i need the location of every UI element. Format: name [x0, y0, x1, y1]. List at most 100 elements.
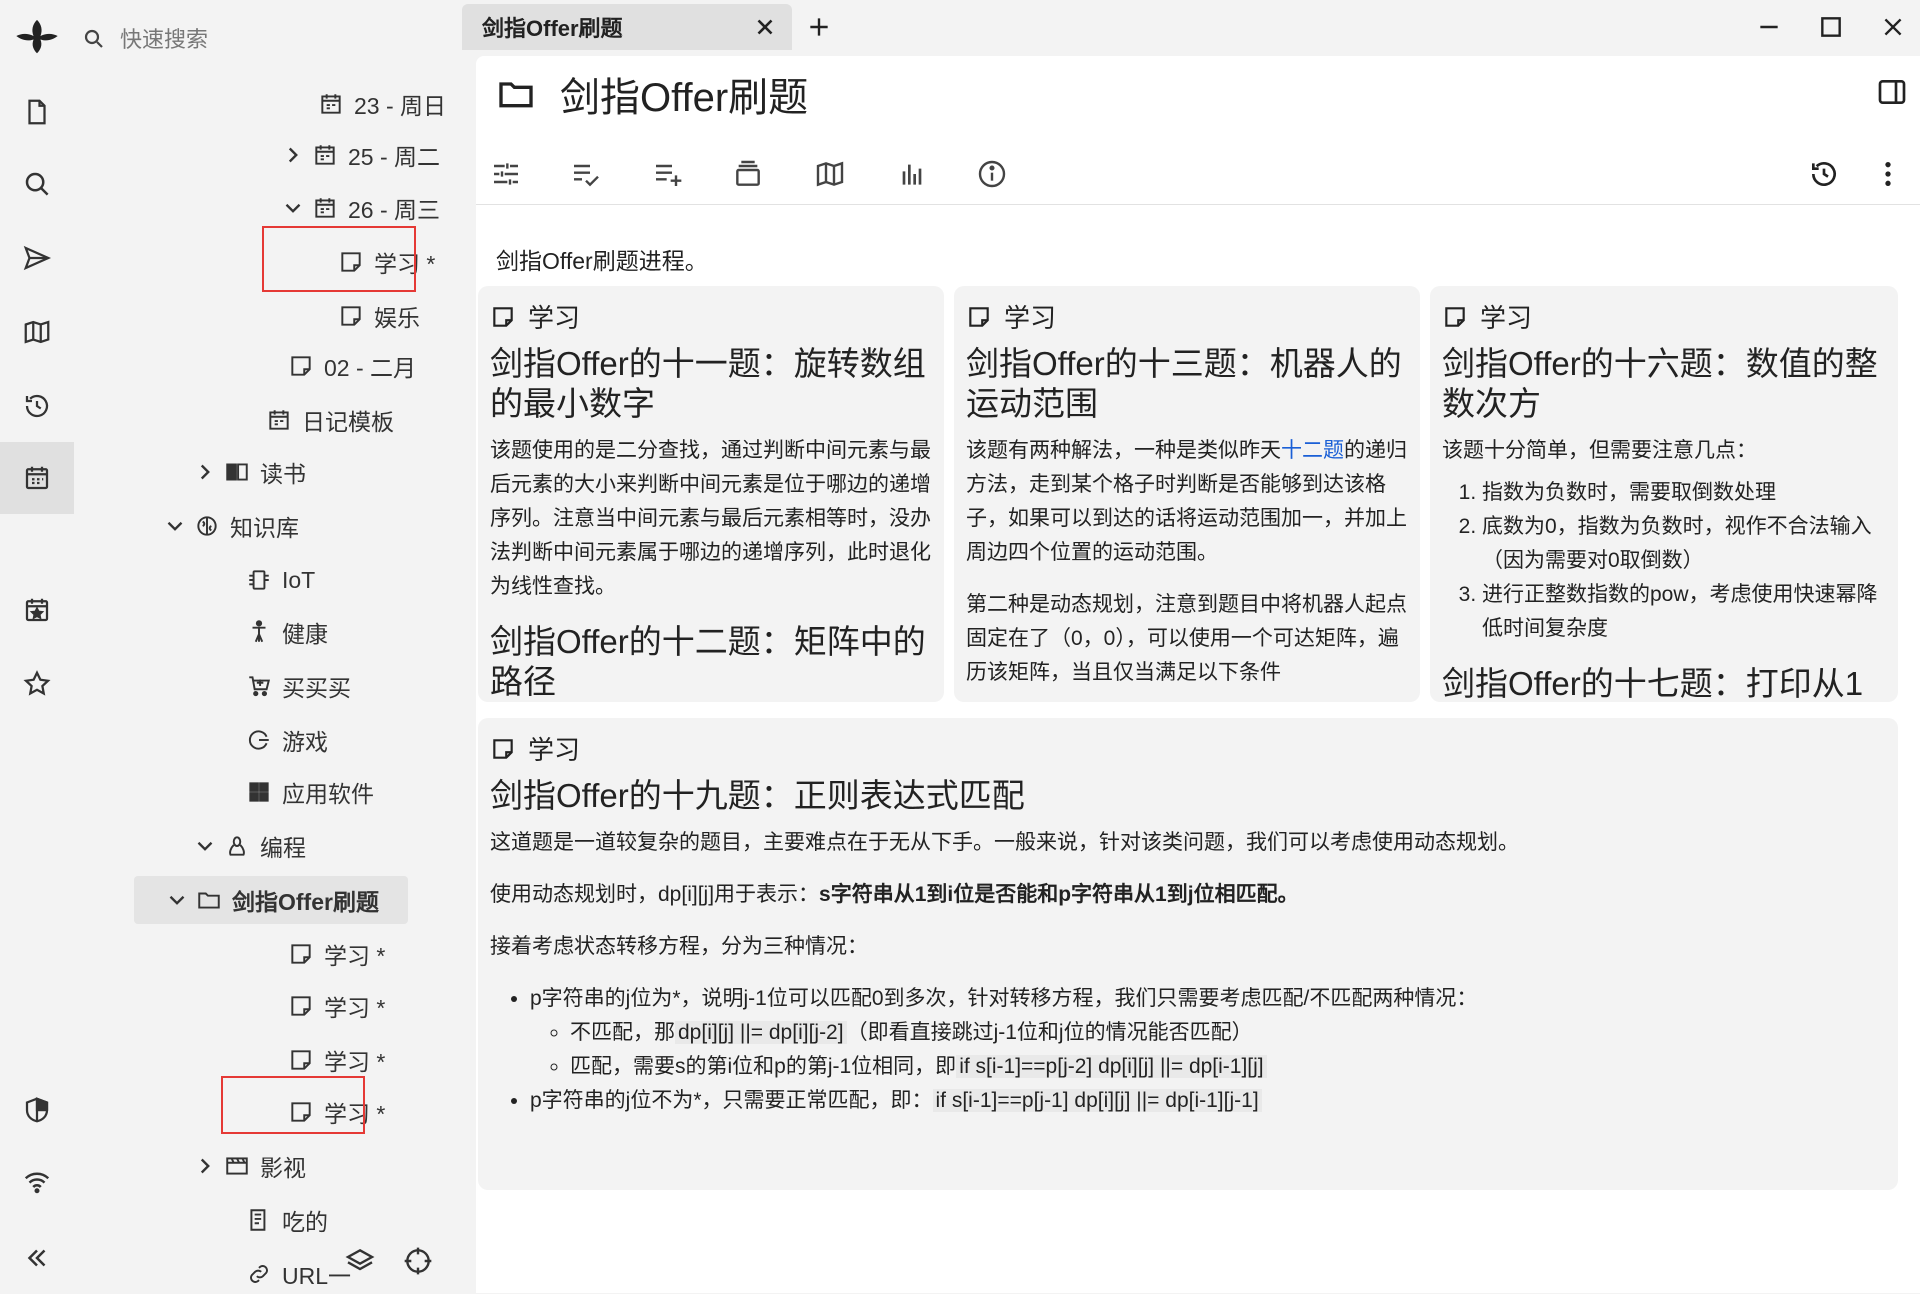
- card-label: 学习: [1480, 303, 1533, 333]
- quick-search-input[interactable]: [118, 24, 382, 56]
- tree-item[interactable]: 游戏: [214, 716, 328, 764]
- note-info-icon[interactable]: [976, 158, 1008, 190]
- note-icon: [288, 1047, 314, 1073]
- window-close-icon[interactable]: [1880, 14, 1906, 40]
- tree-item[interactable]: 02 - 二月: [256, 342, 416, 390]
- folder-icon: [496, 74, 536, 114]
- tree-item-label: URL一: [282, 1263, 352, 1289]
- tree-item[interactable]: 读书: [192, 448, 306, 496]
- tree-item[interactable]: URL一: [214, 1250, 351, 1293]
- tree-item[interactable]: 25 - 周二: [280, 131, 440, 179]
- tree-item[interactable]: 应用软件: [214, 768, 374, 816]
- new-tab-plus-icon[interactable]: [806, 14, 832, 40]
- send-icon[interactable]: [0, 222, 74, 294]
- note-map-icon[interactable]: [814, 158, 846, 190]
- child-note-card[interactable]: 学习 剑指Offer的十九题：正则表达式匹配 这道题是一道较复杂的题目，主要难点…: [478, 718, 1898, 1190]
- game-icon: [246, 727, 272, 753]
- card-paragraph: 使用动态规划时，dp[i][j]用于表示：s字符串从1到i位是否能和p字符串从1…: [490, 878, 1886, 912]
- maximize-icon[interactable]: [1818, 14, 1844, 40]
- sync-status-icon[interactable]: [0, 1146, 74, 1218]
- note-revisions-icon[interactable]: [1808, 158, 1840, 190]
- list-item: p字符串的j位为*，说明j-1位可以匹配0到多次，针对转移方程，我们只需要考虑匹…: [530, 982, 1886, 1084]
- book-icon: [224, 459, 250, 485]
- map-icon[interactable]: [0, 296, 74, 368]
- right-panel-toggle-icon[interactable]: [1876, 76, 1908, 108]
- locate-icon[interactable]: [402, 1245, 434, 1277]
- similar-notes-chart-icon[interactable]: [896, 158, 928, 190]
- card-paragraph: 第二种是动态规划，注意到题目中将机器人起点固定在了（0，0），可以使用一个可达矩…: [966, 593, 1407, 684]
- card-heading: 剑指Offer的十三题：机器人的运动范围: [966, 345, 1402, 422]
- search-icon[interactable]: [0, 148, 74, 220]
- note-title[interactable]: 剑指Offer刷题: [560, 65, 808, 123]
- internal-link[interactable]: 十二题: [1281, 439, 1344, 462]
- more-options-icon[interactable]: [1872, 158, 1904, 190]
- apps-icon: [246, 779, 272, 805]
- child-note-card[interactable]: 学习 剑指Offer的十一题：旋转数组的最小数字 该题使用的是二分查找，通过判断…: [478, 286, 944, 702]
- chevron-down-icon[interactable]: [192, 833, 218, 859]
- basic-properties-icon[interactable]: [490, 158, 522, 190]
- chevron-down-icon[interactable]: [164, 887, 190, 913]
- child-note-card[interactable]: 学习 剑指Offer的十六题：数值的整数次方 该题十分简单，但需要注意几点： 指…: [1430, 286, 1898, 702]
- tree-item-label: 游戏: [282, 729, 328, 755]
- note-icon: [288, 353, 314, 379]
- tree-item[interactable]: 学习 *: [256, 982, 385, 1030]
- calendar-icon: [318, 91, 344, 117]
- history-icon[interactable]: [0, 370, 74, 442]
- collapse-sidebar-icon[interactable]: [0, 1222, 74, 1294]
- tree-item[interactable]: 吃的: [214, 1196, 328, 1244]
- note-icon: [338, 303, 364, 329]
- minimize-icon[interactable]: [1756, 14, 1782, 40]
- note-icon: [490, 736, 516, 762]
- card-header: 学习: [490, 730, 580, 767]
- promoted-attributes-icon[interactable]: [570, 158, 602, 190]
- chevron-down-icon[interactable]: [162, 513, 188, 539]
- tree-item-label: 23 - 周日: [354, 93, 447, 119]
- card-heading: 剑指Offer的十一题：旋转数组的最小数字: [490, 345, 926, 422]
- inherited-attributes-icon[interactable]: [732, 158, 764, 190]
- inline-code: if s[i-1]==p[j-1] dp[i][j] ||= dp[i-1][j…: [932, 1089, 1262, 1112]
- tree-item[interactable]: 娱乐: [306, 292, 420, 340]
- today-icon[interactable]: [0, 574, 74, 646]
- tree-item-label: 学习 *: [324, 995, 386, 1021]
- card-header: 学习: [1442, 298, 1532, 335]
- note-icon: [1442, 304, 1468, 330]
- card-header: 学习: [490, 298, 580, 335]
- tree-item[interactable]: 知识库: [162, 502, 299, 550]
- tree-item[interactable]: 日记模板: [234, 396, 394, 444]
- calendar-icon: [312, 195, 338, 221]
- protected-session-icon[interactable]: [0, 1074, 74, 1146]
- tree-item-label: 26 - 周三: [348, 197, 441, 223]
- chevron-right-icon[interactable]: [192, 1153, 218, 1179]
- tree-item-label: 编程: [260, 835, 306, 861]
- calendar-icon[interactable]: [0, 442, 74, 514]
- tree-item[interactable]: 学习 *: [256, 930, 385, 978]
- tree-item[interactable]: 买买买: [214, 662, 351, 710]
- tree-item[interactable]: 编程: [192, 822, 306, 870]
- main-area: 剑指Offer刷题 剑指Offer刷题 剑指Offer刷题进程。 学习 剑指Of…: [456, 0, 1920, 1293]
- tree-item[interactable]: 26 - 周三: [280, 184, 440, 232]
- text-span: 该题有两种解法，一种是类似昨天: [966, 439, 1281, 462]
- note-description[interactable]: 剑指Offer刷题进程。: [496, 242, 708, 276]
- card-label: 学习: [1004, 303, 1057, 333]
- card-heading: 剑指Offer的十九题：正则表达式匹配: [490, 777, 1025, 814]
- child-note-card[interactable]: 学习 剑指Offer的十三题：机器人的运动范围 该题有两种解法，一种是类似昨天十…: [954, 286, 1420, 702]
- tree-item[interactable]: 健康: [214, 608, 328, 656]
- chevron-right-icon[interactable]: [192, 459, 218, 485]
- tree-item[interactable]: IoT: [214, 556, 315, 604]
- layers-icon[interactable]: [344, 1245, 376, 1277]
- new-note-icon[interactable]: [0, 76, 74, 148]
- app-logo-icon[interactable]: [0, 0, 74, 72]
- tree-item-label: IoT: [282, 566, 316, 593]
- tree-item[interactable]: 影视: [192, 1142, 306, 1190]
- bookmark-star-icon[interactable]: [0, 648, 74, 720]
- tree-item-label: 学习 *: [324, 943, 386, 969]
- owned-attributes-icon[interactable]: [652, 158, 684, 190]
- close-icon[interactable]: [752, 14, 778, 40]
- tree-item[interactable]: 23 - 周日: [286, 80, 446, 128]
- tab-title: 剑指Offer刷题: [482, 16, 623, 41]
- chevron-right-icon[interactable]: [280, 142, 306, 168]
- tree-item[interactable]: 剑指Offer刷题: [134, 876, 408, 924]
- chevron-down-icon[interactable]: [280, 195, 306, 221]
- list-item: 匹配，需要s的第i位和p的第j-1位相同，即if s[i-1]==p[j-2] …: [570, 1050, 1886, 1084]
- tab-jianzhi-offer[interactable]: 剑指Offer刷题: [462, 4, 792, 50]
